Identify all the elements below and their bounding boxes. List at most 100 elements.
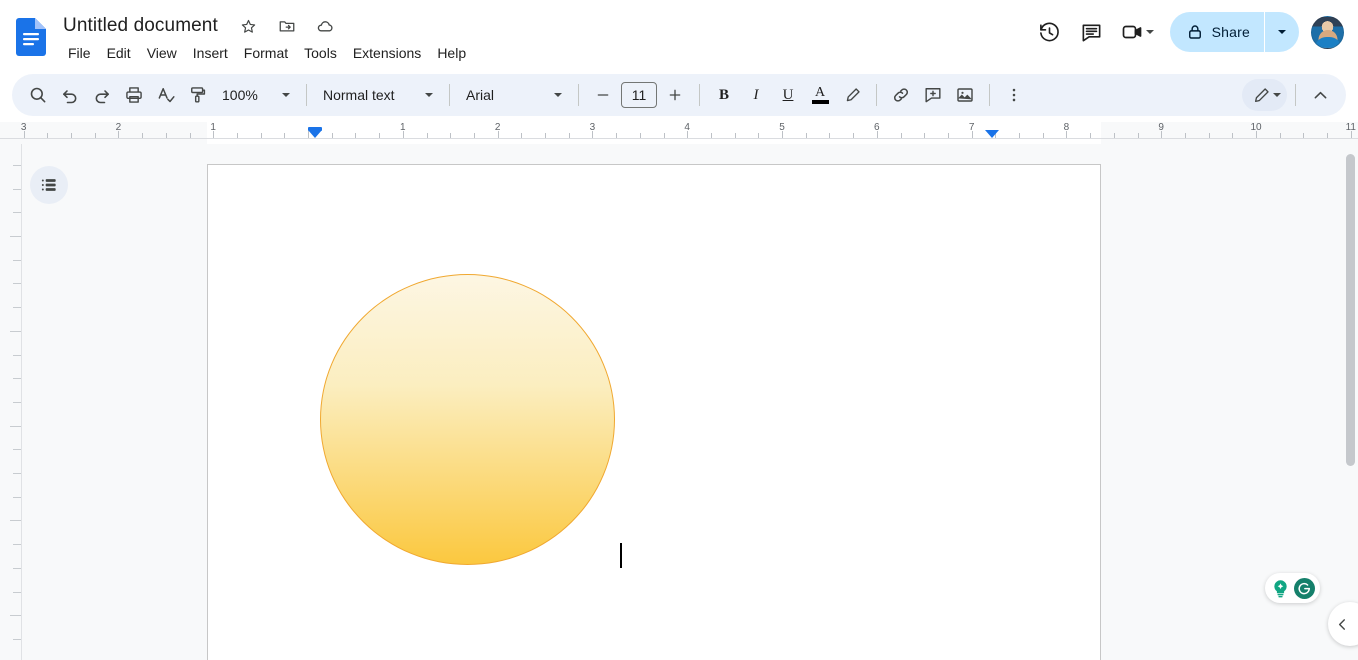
highlight-pen-icon[interactable]	[836, 79, 868, 111]
formatting-toolbar: 100% Normal text Arial 11 B I U A	[12, 74, 1346, 116]
join-meet-button[interactable]	[1114, 12, 1156, 52]
left-indent-marker[interactable]	[308, 130, 322, 138]
vertical-ruler-tick	[13, 188, 21, 190]
chevron-down-icon	[554, 93, 562, 97]
share-dropdown-arrow[interactable]	[1265, 12, 1299, 52]
print-icon[interactable]	[118, 79, 150, 111]
menu-item-view[interactable]: View	[139, 42, 185, 64]
document-outline-icon	[41, 179, 56, 191]
header-actions: Share	[1030, 12, 1344, 52]
side-panel-toggle-button[interactable]	[1328, 602, 1358, 646]
insert-image-icon[interactable]	[949, 79, 981, 111]
ruler-number: 3	[20, 122, 27, 133]
share-button-main[interactable]: Share	[1170, 12, 1264, 52]
text-cursor	[620, 543, 622, 568]
menu-item-extensions[interactable]: Extensions	[345, 42, 429, 64]
menu-item-insert[interactable]: Insert	[185, 42, 236, 64]
ruler-number: 4	[684, 122, 690, 133]
vertical-ruler-tick	[13, 259, 21, 261]
ruler-number: 10	[1250, 122, 1262, 133]
star-icon[interactable]	[235, 13, 261, 39]
account-avatar[interactable]	[1311, 15, 1344, 49]
edit-pencil-icon	[1254, 87, 1269, 102]
move-to-folder-icon[interactable]	[274, 13, 300, 39]
vertical-ruler-tick	[13, 401, 21, 403]
toolbar-divider	[578, 84, 579, 106]
vertical-ruler[interactable]	[0, 144, 22, 660]
menu-item-file[interactable]: File	[60, 42, 99, 64]
text-color-button[interactable]: A	[804, 79, 836, 111]
redo-icon[interactable]	[86, 79, 118, 111]
zoom-level-dropdown[interactable]: 100%	[214, 79, 298, 111]
ruler-number: 9	[1158, 122, 1164, 133]
vertical-scrollbar-thumb[interactable]	[1346, 154, 1355, 466]
circle-shape[interactable]	[320, 274, 615, 565]
add-comment-icon[interactable]	[917, 79, 949, 111]
vertical-scrollbar-track[interactable]	[1344, 144, 1358, 660]
docs-logo-icon[interactable]	[16, 18, 46, 56]
undo-icon[interactable]	[54, 79, 86, 111]
menu-item-help[interactable]: Help	[429, 42, 474, 64]
menu-item-format[interactable]: Format	[236, 42, 296, 64]
version-history-icon[interactable]	[1030, 12, 1070, 52]
ruler-number: 11	[1345, 122, 1356, 133]
italic-button[interactable]: I	[740, 79, 772, 111]
insert-link-icon[interactable]	[885, 79, 917, 111]
decrease-font-size-button[interactable]	[587, 79, 619, 111]
toolbar-divider	[699, 84, 700, 106]
font-family-value: Arial	[466, 87, 495, 103]
vertical-ruler-tick	[13, 567, 21, 569]
document-outline-button[interactable]	[30, 166, 68, 204]
menu-bar: File Edit View Insert Format Tools Exten…	[60, 42, 474, 64]
ruler-number: 3	[589, 122, 596, 133]
search-icon[interactable]	[22, 79, 54, 111]
left-indent-bar[interactable]	[308, 127, 322, 131]
menu-item-edit[interactable]: Edit	[99, 42, 139, 64]
editing-mode-dropdown-arrow[interactable]	[1273, 93, 1281, 97]
font-size-input[interactable]: 11	[621, 82, 657, 108]
meet-dropdown-arrow[interactable]	[1145, 30, 1154, 34]
paint-format-icon[interactable]	[182, 79, 214, 111]
share-button[interactable]: Share	[1169, 12, 1299, 52]
title-icon-group	[235, 13, 346, 39]
spellcheck-icon[interactable]	[150, 79, 182, 111]
vertical-ruler-tick	[10, 425, 21, 427]
toolbar-right-group	[1242, 79, 1336, 111]
underline-button[interactable]: U	[772, 79, 804, 111]
title-block: Untitled document	[60, 11, 346, 41]
paragraph-style-dropdown[interactable]: Normal text	[315, 79, 441, 111]
vertical-ruler-tick	[10, 236, 21, 237]
vertical-ruler-tick	[13, 638, 21, 640]
editing-mode-button[interactable]	[1242, 79, 1287, 111]
bold-label: B	[718, 86, 729, 103]
comments-icon[interactable]	[1072, 12, 1112, 52]
vertical-ruler-tick	[13, 473, 21, 474]
vertical-ruler-tick	[13, 378, 21, 380]
zoom-level-value: 100%	[222, 87, 258, 103]
share-label: Share	[1211, 24, 1250, 40]
ruler-scale: 3 2 1 1 2 3 4 5 6 7 8 9 10 11	[0, 122, 1358, 144]
paragraph-style-value: Normal text	[323, 87, 395, 103]
vertical-ruler-tick	[13, 354, 21, 356]
grammarly-logo-badge[interactable]	[1294, 577, 1315, 599]
grammarly-widget[interactable]	[1265, 573, 1320, 603]
grammarly-suggestion-bulb-icon[interactable]	[1270, 578, 1291, 599]
font-family-dropdown[interactable]: Arial	[458, 79, 570, 111]
ruler-number: 1	[400, 122, 406, 133]
collapse-toolbar-icon[interactable]	[1304, 79, 1336, 111]
ruler-number: 5	[779, 122, 785, 133]
toolbar-divider	[306, 84, 307, 106]
more-options-icon[interactable]	[998, 79, 1030, 111]
horizontal-ruler[interactable]: 3 2 1 1 2 3 4 5 6 7 8 9 10 11	[0, 122, 1358, 144]
increase-font-size-button[interactable]	[659, 79, 691, 111]
toolbar-divider	[989, 84, 990, 106]
menu-item-tools[interactable]: Tools	[296, 42, 345, 64]
bold-button[interactable]: B	[708, 79, 740, 111]
document-title[interactable]: Untitled document	[60, 11, 221, 41]
right-indent-marker[interactable]	[985, 130, 999, 138]
chevron-left-icon	[1338, 618, 1345, 630]
font-size-group: 11	[587, 79, 691, 111]
lock-icon	[1188, 25, 1201, 39]
saved-to-drive-cloud-icon[interactable]	[312, 13, 338, 39]
document-page[interactable]	[207, 164, 1101, 660]
